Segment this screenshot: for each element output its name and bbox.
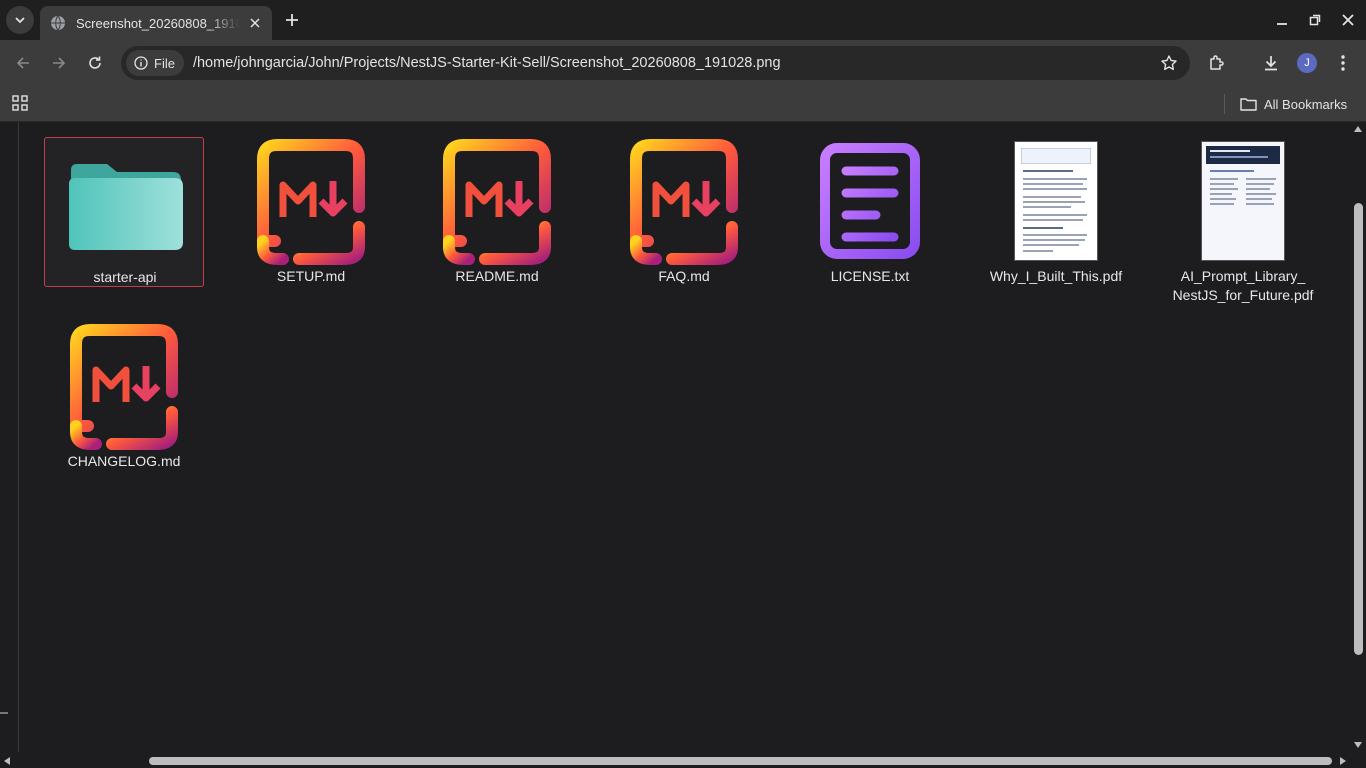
file-item-setup-md[interactable]: SETUP.md	[231, 137, 391, 287]
file-label: README.md	[455, 268, 539, 284]
download-icon	[1265, 56, 1277, 71]
close-icon[interactable]	[246, 14, 264, 32]
chip-label: File	[154, 55, 175, 71]
file-item-readme-md[interactable]: README.md	[417, 137, 577, 287]
file-label: AI_Prompt_Library_ NestJS_for_Future.pdf	[1172, 268, 1314, 303]
bookmarks-divider	[1224, 94, 1225, 114]
url-text[interactable]: /home/johngarcia/John/Projects/NestJS-St…	[193, 55, 781, 71]
reload-button[interactable]	[83, 51, 107, 75]
file-item-starter-api[interactable]: starter-api	[44, 137, 204, 287]
site-info-chip[interactable]: File	[126, 50, 184, 76]
scroll-left-arrow-icon[interactable]	[2, 756, 12, 766]
tab-strip: Screenshot_20260808_191028.png	[0, 0, 1366, 40]
toolbar: File /home/johngarcia/John/Projects/Nest…	[0, 40, 1366, 86]
arrow-right-icon	[53, 57, 66, 69]
file-item-why-i-built-this-pdf[interactable]: Why_I_Built_This.pdf	[976, 137, 1136, 287]
profile-avatar[interactable]: J	[1297, 53, 1317, 73]
tab-search-button[interactable]	[6, 6, 34, 34]
horizontal-scroll-thumb[interactable]	[149, 757, 1332, 765]
close-icon	[1342, 14, 1354, 26]
file-item-ai-prompt-library-pdf[interactable]: AI_Prompt_Library_ NestJS_for_Future.pdf	[1163, 137, 1323, 303]
markdown-icon	[231, 137, 391, 265]
extensions-button[interactable]	[1205, 51, 1229, 75]
arrow-left-icon	[16, 57, 29, 69]
markdown-icon	[604, 137, 764, 265]
file-label: starter-api	[93, 269, 157, 285]
restore-icon	[1309, 14, 1321, 26]
folder-icon	[45, 138, 205, 266]
folder-icon	[1240, 98, 1257, 111]
file-grid-view: starter-api SETUP.md README.md FAQ.md LI…	[0, 122, 1366, 768]
vertical-scroll-thumb[interactable]	[1354, 203, 1363, 655]
bookmarks-bar: All Bookmarks	[0, 86, 1366, 122]
puzzle-icon	[1210, 55, 1224, 70]
scroll-up-arrow-icon[interactable]	[1353, 124, 1363, 134]
restore-button[interactable]	[1305, 10, 1325, 30]
star-icon[interactable]	[1160, 54, 1178, 72]
all-bookmarks-button[interactable]: All Bookmarks	[1240, 93, 1347, 115]
left-tick-mark	[0, 712, 8, 714]
tab-title: Screenshot_20260808_191028.png	[76, 15, 240, 31]
markdown-icon	[44, 322, 204, 450]
apps-grid-icon[interactable]	[12, 95, 28, 111]
file-item-changelog-md[interactable]: CHANGELOG.md	[44, 322, 204, 472]
menu-button[interactable]	[1331, 51, 1355, 75]
tab-active[interactable]: Screenshot_20260808_191028.png	[40, 6, 272, 40]
file-item-faq-md[interactable]: FAQ.md	[604, 137, 764, 287]
left-border	[18, 122, 19, 752]
file-label: FAQ.md	[658, 268, 710, 284]
reload-icon	[89, 56, 101, 69]
address-bar[interactable]: File /home/johngarcia/John/Projects/Nest…	[121, 46, 1190, 80]
file-item-license-txt[interactable]: LICENSE.txt	[790, 137, 950, 287]
markdown-icon	[417, 137, 577, 265]
file-label: SETUP.md	[276, 268, 346, 284]
pdf-thumbnail-icon	[976, 137, 1136, 265]
back-button[interactable]	[11, 51, 35, 75]
more-vert-icon	[1341, 55, 1345, 71]
chevron-down-icon	[15, 17, 25, 24]
info-icon	[134, 56, 148, 70]
window-close-button[interactable]	[1338, 10, 1358, 30]
file-label: Why_I_Built_This.pdf	[989, 268, 1123, 284]
pdf-thumbnail-icon	[1163, 137, 1323, 265]
new-tab-button[interactable]	[281, 9, 303, 31]
scroll-down-arrow-icon[interactable]	[1353, 740, 1363, 750]
minimize-button[interactable]	[1272, 10, 1292, 30]
minimize-icon	[1277, 23, 1287, 25]
file-label: CHANGELOG.md	[67, 453, 181, 469]
globe-icon	[50, 15, 66, 31]
plus-icon	[286, 14, 298, 26]
all-bookmarks-label: All Bookmarks	[1264, 96, 1348, 112]
file-label: LICENSE.txt	[830, 268, 910, 284]
scroll-right-arrow-icon[interactable]	[1338, 756, 1348, 766]
forward-button[interactable]	[47, 51, 71, 75]
text-document-icon	[790, 137, 950, 265]
downloads-button[interactable]	[1259, 51, 1283, 75]
